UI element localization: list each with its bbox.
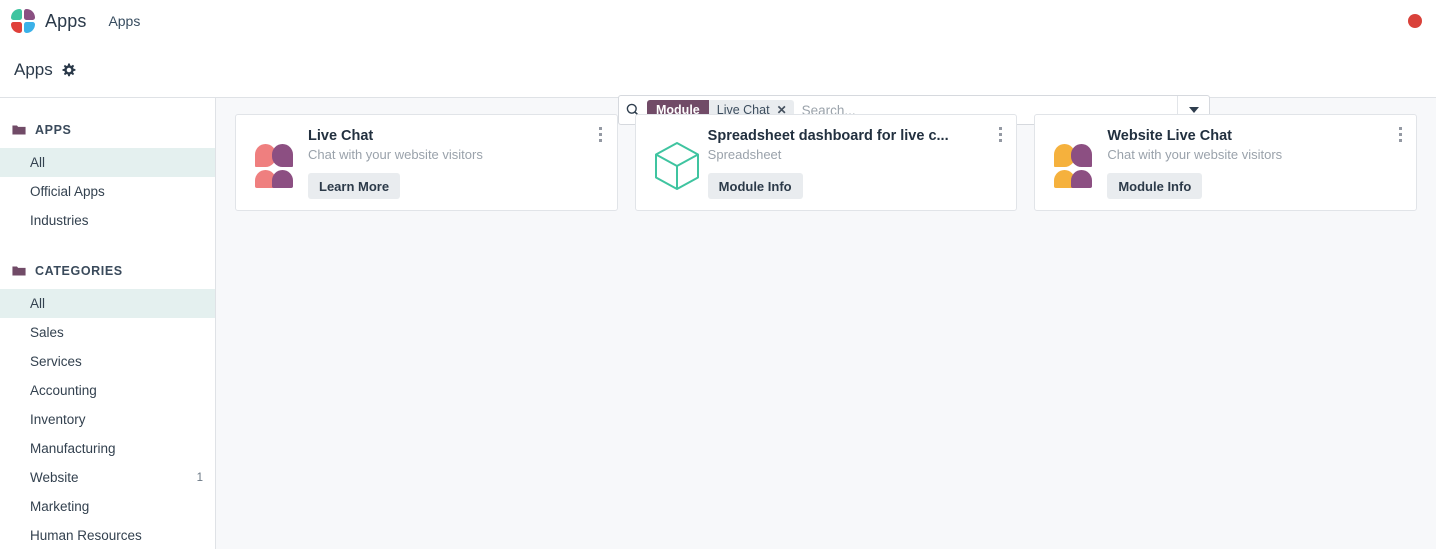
sidebar-section-heading-categories: CATEGORIES [0, 257, 215, 285]
page-title: Apps [14, 59, 53, 79]
kebab-menu-icon[interactable] [993, 124, 1007, 144]
app-card-subtitle: Chat with your website visitors [1107, 147, 1283, 162]
kebab-menu-icon[interactable] [594, 124, 608, 144]
sidebar-item-services[interactable]: Services [0, 347, 215, 376]
sidebar-item-count: 1 [196, 471, 203, 484]
sidebar-section-label: APPS [35, 123, 72, 137]
sidebar-item-label: Industries [30, 213, 89, 228]
sidebar-item-label: Sales [30, 325, 64, 340]
app-card-text: Spreadsheet dashboard for live c... Spre… [707, 125, 1009, 200]
chevron-down-icon [1188, 107, 1199, 113]
sidebar-item-label: Manufacturing [30, 441, 116, 456]
app-card-grid: Live Chat Chat with your website visitor… [235, 114, 1418, 211]
module-cube-icon [654, 141, 699, 190]
app-card-title: Website Live Chat [1107, 128, 1232, 144]
app-icon-wrapper [246, 125, 308, 200]
sidebar-item-website[interactable]: Website 1 [0, 463, 215, 492]
sidebar-item-accounting[interactable]: Accounting [0, 376, 215, 405]
gear-icon[interactable] [62, 63, 76, 77]
sidebar-item-industries[interactable]: Industries [0, 206, 215, 235]
sidebar-item-sales[interactable]: Sales [0, 318, 215, 347]
sidebar-item-label: Website [30, 470, 79, 485]
sidebar: APPS All Official Apps Industries CATEGO… [0, 98, 216, 549]
sidebar-item-label: All [30, 155, 46, 170]
sidebar-item-human-resources[interactable]: Human Resources [0, 521, 215, 549]
breadcrumb: Apps [14, 60, 76, 80]
app-card-live-chat[interactable]: Live Chat Chat with your website visitor… [235, 114, 618, 211]
sidebar-item-manufacturing[interactable]: Manufacturing [0, 434, 215, 463]
app-card-text: Live Chat Chat with your website visitor… [308, 125, 609, 200]
sidebar-list-apps: All Official Apps Industries [0, 148, 215, 235]
app-icon-wrapper [1045, 125, 1107, 200]
sidebar-item-label: All [30, 296, 46, 311]
sidebar-item-label: Official Apps [30, 184, 105, 199]
sidebar-item-label: Marketing [30, 499, 90, 514]
topbar-menu-apps[interactable]: Apps [108, 13, 140, 29]
sidebar-item-inventory[interactable]: Inventory [0, 405, 215, 434]
workspace: APPS All Official Apps Industries CATEGO… [0, 97, 1436, 549]
control-panel-row: Apps Module Live Chat ✕ [0, 42, 1436, 125]
brand-name: Apps [45, 10, 87, 31]
sidebar-item-official-apps[interactable]: Official Apps [0, 177, 215, 206]
sidebar-section-heading-apps: APPS [0, 116, 215, 144]
app-icon-wrapper [646, 125, 708, 200]
app-grid-content: Live Chat Chat with your website visitor… [216, 98, 1436, 549]
sidebar-list-categories: All Sales Services Accounting Inventory … [0, 289, 215, 549]
sidebar-item-label: Inventory [30, 412, 86, 427]
learn-more-button[interactable]: Learn More [308, 173, 401, 199]
sidebar-item-label: Human Resources [30, 528, 142, 543]
sidebar-item-label: Services [30, 354, 82, 369]
app-card-subtitle: Spreadsheet [707, 147, 782, 162]
app-card-title: Spreadsheet dashboard for live c... [707, 128, 949, 144]
app-card-title: Live Chat [308, 128, 374, 144]
sidebar-item-label: Accounting [30, 383, 97, 398]
folder-icon [12, 125, 26, 135]
folder-icon [12, 266, 26, 276]
sidebar-item-all-categories[interactable]: All [0, 289, 215, 318]
app-card-text: Website Live Chat Chat with your website… [1107, 125, 1408, 200]
website-live-chat-people-icon [1054, 143, 1098, 188]
sidebar-section-label: CATEGORIES [35, 264, 123, 278]
apps-pinwheel-logo-icon [10, 8, 36, 34]
app-card-spreadsheet-dashboard[interactable]: Spreadsheet dashboard for live c... Spre… [634, 114, 1018, 211]
recording-dot-icon [1408, 14, 1422, 28]
app-card-website-live-chat[interactable]: Website Live Chat Chat with your website… [1034, 114, 1418, 211]
sidebar-item-marketing[interactable]: Marketing [0, 492, 215, 521]
kebab-menu-icon[interactable] [1393, 124, 1407, 144]
app-card-subtitle: Chat with your website visitors [308, 147, 483, 162]
top-system-bar: Apps Apps [0, 0, 1436, 42]
brand-home-link[interactable]: Apps [10, 8, 86, 34]
module-info-button[interactable]: Module Info [707, 173, 803, 199]
module-info-button[interactable]: Module Info [1107, 173, 1203, 199]
sidebar-item-all-apps[interactable]: All [0, 148, 215, 177]
live-chat-people-icon [255, 143, 299, 188]
